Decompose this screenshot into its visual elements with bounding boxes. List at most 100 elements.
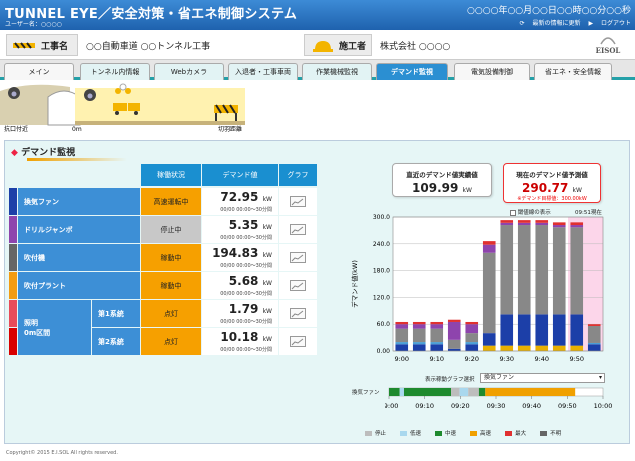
legend-swatch (400, 431, 408, 436)
tab-main[interactable]: メイン (4, 63, 74, 80)
x-tick-label: 9:10 (429, 355, 444, 363)
section-underline (27, 158, 127, 161)
bar-segment (447, 339, 461, 349)
col-header-graph: グラフ (279, 164, 317, 186)
legend-label: 停止 (375, 431, 387, 437)
company-logo: EISOL (591, 34, 625, 56)
bar-segment (552, 222, 566, 226)
row-status: 点灯 (141, 300, 201, 327)
tab-demand-monitor[interactable]: デマンド監視 (376, 63, 448, 80)
x-tick-label: 9:40 (534, 355, 549, 363)
y-tick-label: 240.0 (373, 241, 390, 248)
legend-item: 停止 (365, 429, 386, 437)
demand-chart: 0.00 60.0 120.0 180.0 240.0 300.0 9:00 9:10 9:20… (350, 214, 604, 363)
bar-segment (535, 225, 549, 315)
bar-segment (587, 344, 601, 351)
y-axis-label: デマンド値(kW) (350, 260, 359, 308)
row-demand-number: 72.95 (220, 189, 259, 204)
row-graph-button[interactable] (279, 300, 317, 327)
row-demand-period: 00/00 00:00～30分間 (220, 206, 272, 213)
chart-icon (290, 308, 306, 319)
recent-demand-label: 直近のデマンド値実績値 (406, 171, 478, 179)
chart-icon (290, 224, 306, 235)
bar-segment (535, 314, 549, 346)
bar-segment (552, 227, 566, 315)
bar-segment (447, 319, 461, 322)
timeline-segment (403, 388, 452, 396)
refresh-link[interactable]: ⟳ 最新の情報に更新 (520, 20, 581, 27)
timeline-segment (399, 388, 404, 396)
project-info-bar: 工事名 ○○自動車道 ○○トンネル工事 施工者 株式会社 ○○○○ EISOL (0, 30, 635, 60)
tunnel-bore (75, 88, 245, 121)
col-header-status: 稼働状況 (141, 164, 201, 186)
chart-icon (290, 336, 306, 347)
row-demand-number: 5.68 (228, 273, 259, 288)
helmet-icon (313, 41, 333, 52)
row-demand-number: 10.18 (220, 329, 259, 344)
row-name: 吹付機 (18, 244, 140, 271)
row-demand-period: 00/00 00:00～30分間 (220, 318, 272, 325)
contractor-value: 株式会社 ○○○○ (380, 41, 451, 52)
legend-label: 高速 (480, 431, 492, 437)
logout-link[interactable]: ▶ ログアウト (588, 20, 631, 27)
tab-entry-vehicle[interactable]: 入退者・工事車両 (228, 63, 298, 80)
forecast-demand-label: 現在のデマンド値予測値 (516, 171, 588, 179)
bar-segment (465, 321, 479, 325)
row-demand-unit: kW (262, 279, 272, 287)
project-name-label: 工事名 (6, 34, 78, 56)
main-tabs: メイン トンネル内情報 Webカメラ 入退者・工事車両 作業機械監視 デマンド監… (0, 60, 635, 80)
row-demand-number: 5.35 (228, 217, 259, 232)
tunnel-diagram: 抗口付近 0m 切羽 距離 (0, 83, 245, 133)
recent-demand-number: 109.99 (412, 181, 459, 195)
forecast-demand-target: ※デマンド目標値：300.00kW (517, 196, 587, 202)
bar-segment (430, 321, 444, 325)
row-graph-button[interactable] (279, 272, 317, 299)
tab-webcam[interactable]: Webカメラ (154, 63, 224, 80)
y-tick-label: 300.0 (373, 214, 390, 221)
legend-item: 不明 (540, 429, 561, 437)
row-color-swatch (9, 300, 17, 327)
bar-segment (482, 241, 496, 245)
row-graph-button[interactable] (279, 216, 317, 243)
bar-segment (570, 227, 584, 315)
row-demand-value: 5.35 kW (228, 217, 272, 234)
row-name: 吹付プラント (18, 272, 140, 299)
graph-select[interactable]: 換気ファン ▾ (480, 373, 605, 383)
timeline-segment (389, 388, 400, 396)
bar-segment (517, 220, 531, 223)
bar-segment (465, 342, 479, 345)
bar-segment (587, 325, 601, 343)
lighting-sub: 0m区間 (24, 328, 51, 337)
bar-segment (412, 342, 426, 345)
bar-segment (587, 342, 601, 345)
row-graph-button[interactable] (279, 244, 317, 271)
tunnel-face-label: 切羽 (218, 126, 230, 133)
row-status: 点灯 (141, 328, 201, 355)
row-graph-button[interactable] (279, 188, 317, 215)
bar-segment (570, 222, 584, 226)
recent-demand-unit: kW (462, 187, 472, 194)
tab-energy-safety[interactable]: 省エネ・安全情報 (534, 63, 612, 80)
bar-segment (552, 225, 566, 228)
row-demand-unit: kW (262, 195, 272, 203)
timeline-row-label: 換気ファン (352, 390, 380, 396)
forecast-demand-number: 290.77 (522, 181, 569, 195)
timeline-segment (459, 388, 469, 396)
row-name: ドリルジャンボ (18, 216, 140, 243)
row-color-swatch (9, 244, 17, 271)
camera-icon (84, 89, 96, 101)
bar-segment (412, 321, 426, 325)
timeline-tick-label: 10:00 (594, 402, 613, 410)
x-tick-label: 9:00 (394, 355, 409, 363)
bar-segment (500, 225, 514, 315)
tab-machine-monitor[interactable]: 作業機械監視 (302, 63, 372, 80)
forecast-demand-box: 現在のデマンド値予測値 290.77 kW ※デマンド目標値：300.00kW (503, 163, 601, 203)
legend-label: 最大 (515, 431, 527, 437)
tab-tunnel-info[interactable]: トンネル内情報 (80, 63, 150, 80)
tab-electrical-control[interactable]: 電気設備制御 (454, 63, 530, 80)
row-demand-number: 1.79 (228, 301, 259, 316)
row-demand: 10.18 kW 00/00 00:00～30分間 (202, 328, 278, 355)
tunnel-zero-label: 0m (72, 126, 82, 133)
bar-segment (395, 321, 409, 325)
row-graph-button[interactable] (279, 328, 317, 355)
